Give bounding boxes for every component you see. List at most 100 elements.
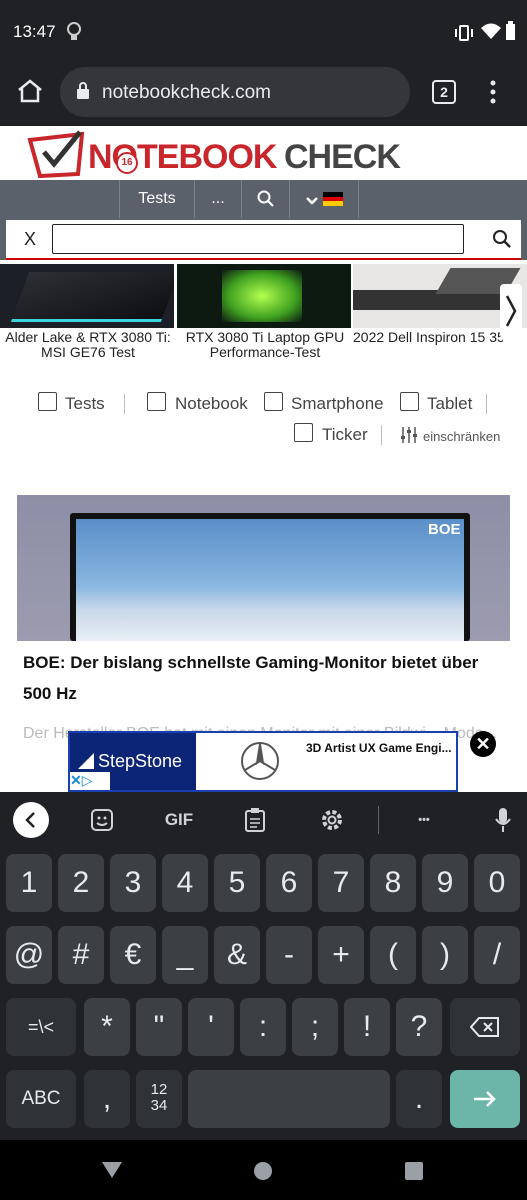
sliders-icon[interactable] [399,425,419,445]
key-6[interactable]: 6 [266,854,312,912]
key-enter[interactable] [450,1070,520,1128]
web-page: NOTEBOOK CHECK 16 Tests ... X Alder Lake… [0,126,527,792]
address-bar[interactable]: notebookcheck.com [60,67,410,117]
key-1[interactable]: 1 [6,854,52,912]
article-title[interactable]: BOE: Der bislang schnellste Gaming-Monit… [17,641,510,713]
key-euro[interactable]: € [110,926,156,984]
overflow-menu-icon[interactable] [489,80,497,104]
home-icon[interactable] [16,78,44,104]
restrict-filter-link[interactable]: einschränken [423,429,500,444]
key-5[interactable]: 5 [214,854,260,912]
checkbox-smartphone[interactable] [264,392,283,411]
key-at[interactable]: @ [6,926,52,984]
filter-label: Tablet [427,394,473,413]
divider [124,394,125,414]
lock-icon [77,82,89,99]
search-submit-icon[interactable] [492,229,512,249]
key-hash[interactable]: # [58,926,104,984]
key-7[interactable]: 7 [318,854,364,912]
key-minus[interactable]: - [266,926,312,984]
key-colon[interactable]: : [240,998,286,1056]
microphone-icon[interactable] [494,806,512,834]
key-underscore[interactable]: _ [162,926,208,984]
ad-close-x-icon: ✕ [70,772,82,788]
back-icon[interactable] [101,1160,123,1180]
carousel-next-button[interactable] [500,284,522,338]
nav-tests[interactable]: Tests [119,180,194,218]
key-exclamation[interactable]: ! [344,998,390,1056]
browser-toolbar: notebookcheck.com 2 [0,64,527,126]
key-plus[interactable]: + [318,926,364,984]
search-close-button[interactable]: X [24,229,36,250]
thumbnail-caption[interactable]: RTX 3080 Ti Laptop GPU Performance-Test [177,330,353,360]
mercedes-logo-icon [241,742,279,780]
logo-text-suffix: CHECK [284,138,401,176]
home-nav-icon[interactable] [253,1161,273,1181]
site-nav: Tests ... [0,180,527,218]
key-semicolon[interactable]: ; [292,998,338,1056]
key-open-paren[interactable]: ( [370,926,416,984]
nav-search[interactable] [241,180,289,218]
key-asterisk[interactable]: * [84,998,130,1056]
key-numbers[interactable]: 12 34 [136,1070,182,1128]
key-abc[interactable]: ABC [6,1070,76,1128]
backspace-icon [469,1017,499,1037]
chevron-down-icon [305,197,318,205]
key-close-paren[interactable]: ) [422,926,468,984]
article-image[interactable]: BOE [17,495,510,641]
thumbnail-image[interactable] [177,264,351,328]
ad-brand-text: StepStone [98,751,183,771]
system-nav-bar [0,1140,527,1200]
thumbnail-image[interactable] [0,264,174,328]
key-ampersand[interactable]: & [214,926,260,984]
key-comma[interactable]: , [84,1070,130,1128]
key-4[interactable]: 4 [162,854,208,912]
thumbnail-caption[interactable]: Alder Lake & RTX 3080 Ti: MSI GE76 Test [0,330,176,360]
nav-language[interactable] [289,180,359,218]
search-bar: X [0,218,527,260]
stepstone-logo-icon [78,753,94,769]
url-text: notebookcheck.com [102,82,271,103]
key-more-symbols[interactable]: =\< [6,998,76,1056]
ad-close-button[interactable]: ✕ [470,731,496,757]
key-space[interactable] [188,1070,390,1128]
sticker-icon[interactable] [90,808,114,832]
chevron-right-icon [505,295,517,327]
gear-icon[interactable] [320,808,344,832]
advertisement-banner[interactable]: StepStone 3D Artist UX Game Engi... ✕▷ [68,731,458,792]
key-3[interactable]: 3 [110,854,156,912]
checkbox-tablet[interactable] [400,392,419,411]
key-single-quote[interactable]: ' [188,998,234,1056]
key-period[interactable]: . [396,1070,442,1128]
search-container: X [6,220,521,260]
recents-icon[interactable] [403,1160,425,1182]
adchoices[interactable]: ✕▷ [70,772,110,790]
checkbox-ticker[interactable] [294,423,313,442]
key-2[interactable]: 2 [58,854,104,912]
key-backspace[interactable] [450,998,520,1056]
logo-badge: 16 [116,152,138,174]
more-tools-button[interactable]: ••• [402,792,446,848]
key-slash[interactable]: / [474,926,520,984]
german-flag-icon [323,192,344,206]
divider [486,394,487,414]
key-0[interactable]: 0 [474,854,520,912]
search-input[interactable] [52,224,464,254]
key-8[interactable]: 8 [370,854,416,912]
status-time: 13:47 [13,22,56,41]
thumbnail-caption[interactable]: 2022 Dell Inspiron 15 3511 im Test [353,330,503,345]
search-icon [257,190,274,207]
hero-brand-text: BOE [428,521,461,538]
keyboard-back-button[interactable] [13,802,49,838]
checkbox-tests[interactable] [38,392,57,411]
adchoices-icon: ▷ [81,772,93,788]
clipboard-icon[interactable] [244,807,266,833]
site-logo[interactable]: NOTEBOOK CHECK 16 [26,130,406,180]
gif-button[interactable]: GIF [155,792,203,848]
key-question[interactable]: ? [396,998,442,1056]
key-9[interactable]: 9 [422,854,468,912]
tab-switcher-button[interactable]: 2 [432,80,456,104]
key-double-quote[interactable]: " [136,998,182,1056]
nav-more[interactable]: ... [194,180,241,218]
checkbox-notebook[interactable] [147,392,166,411]
